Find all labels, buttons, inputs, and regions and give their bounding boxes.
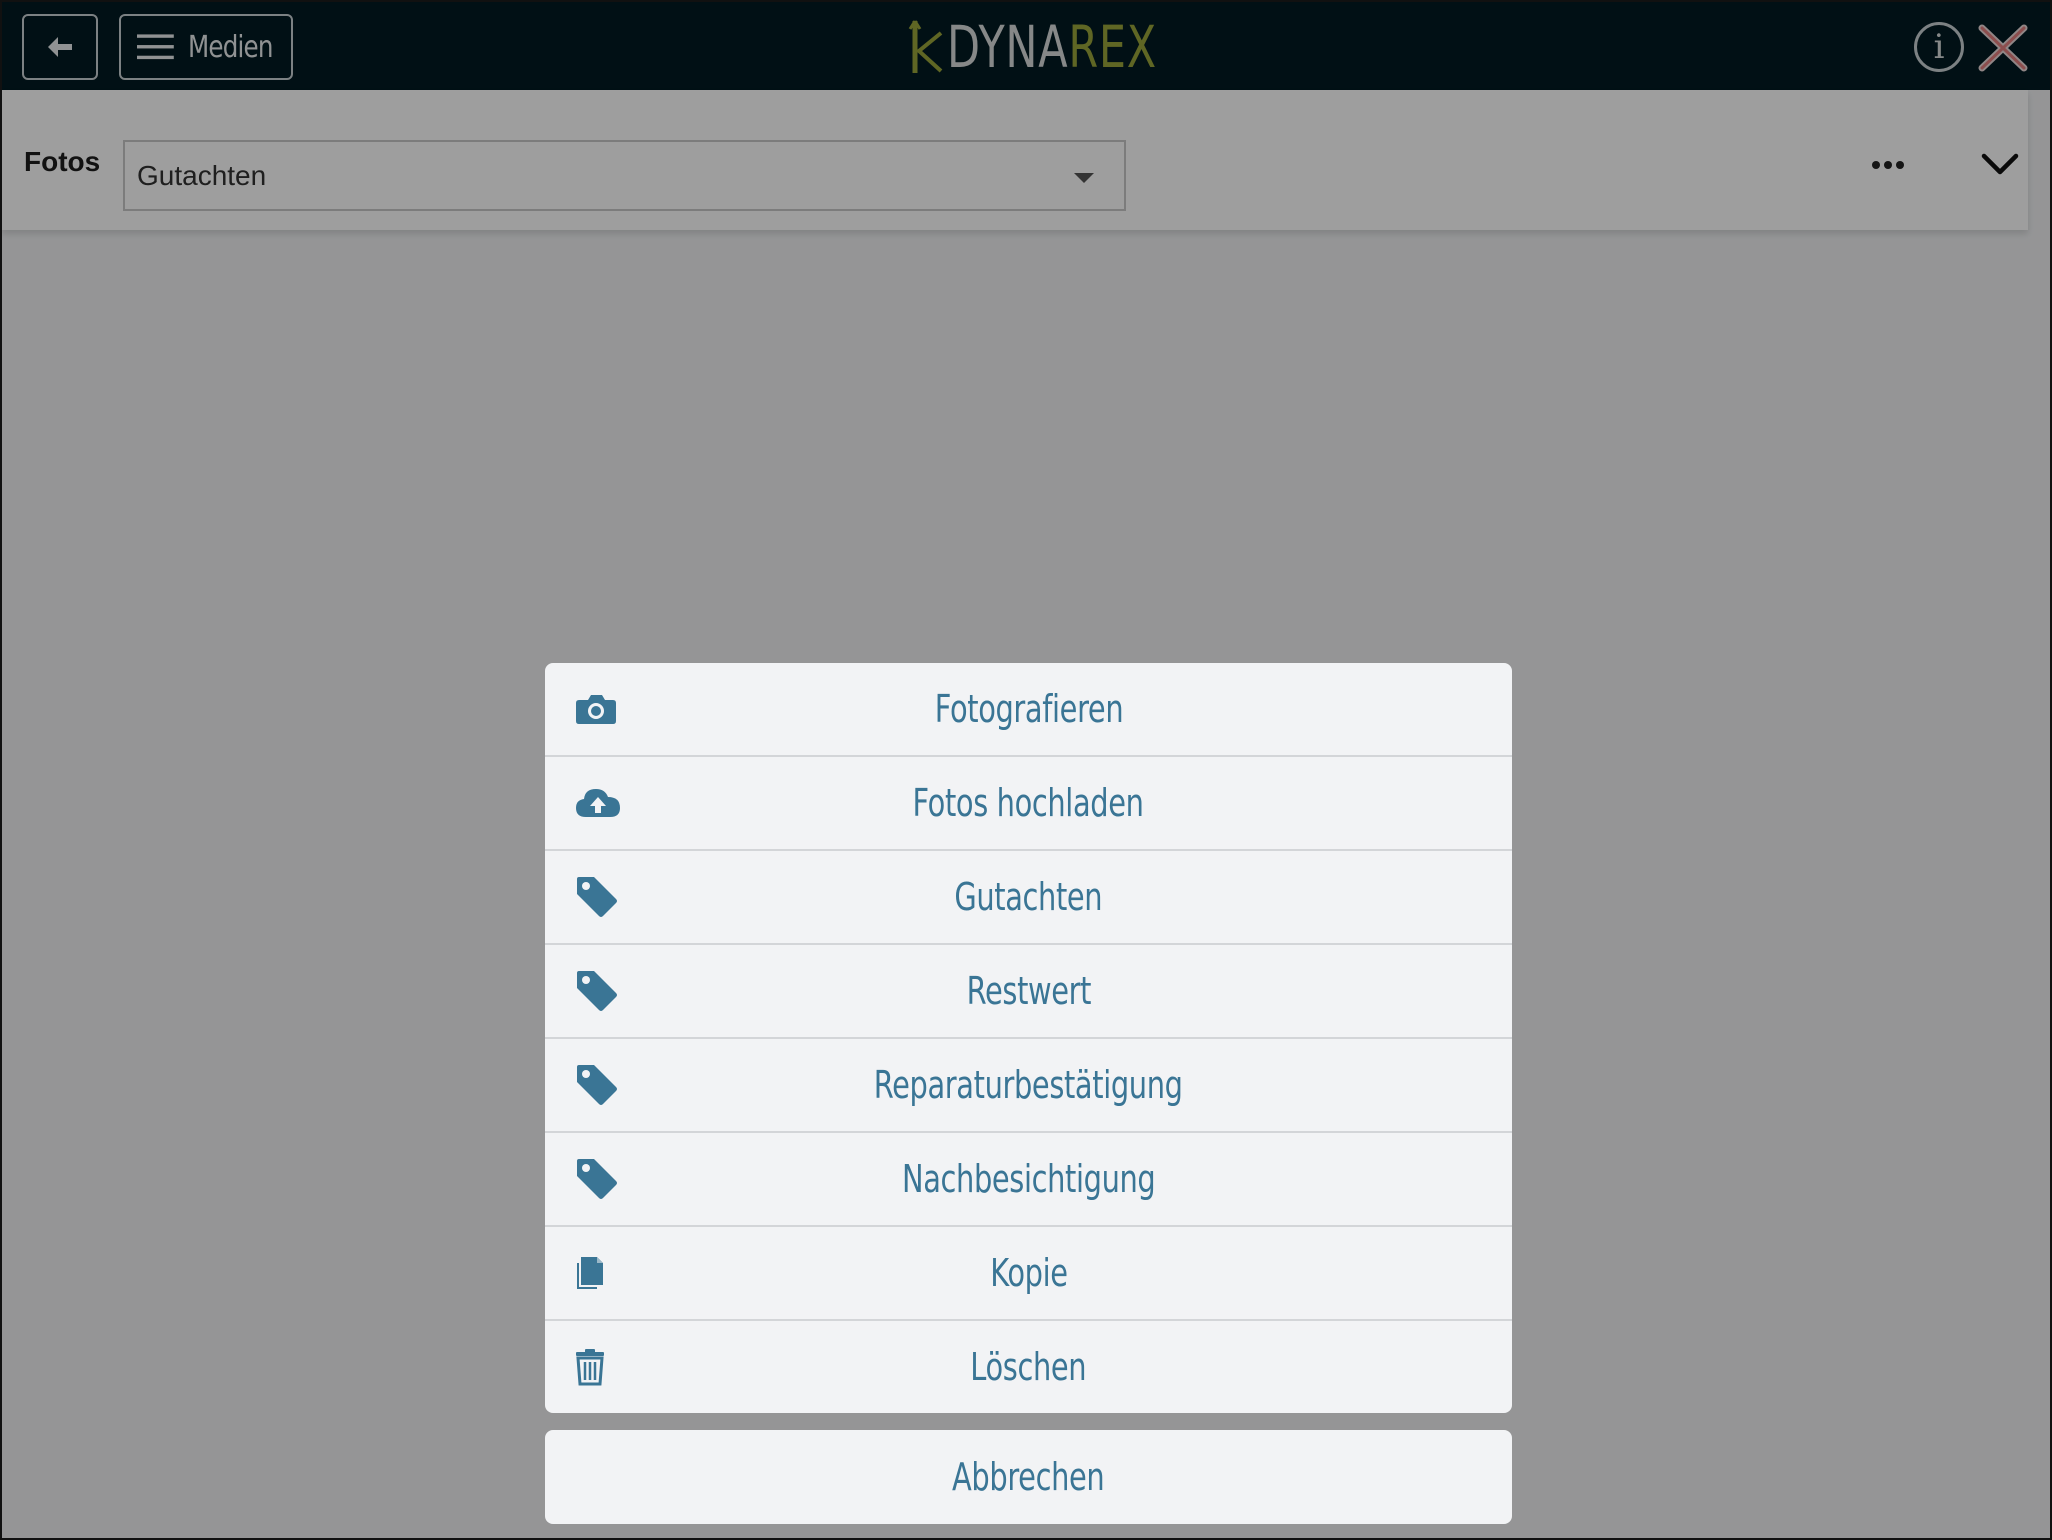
action-upload-photos[interactable]: Fotos hochladen: [545, 757, 1512, 851]
app-window: Medien DYNAREX i Fotos Gutachten Fotogra…: [0, 0, 2052, 1540]
action-label: Restwert: [966, 969, 1091, 1013]
camera-icon: [575, 686, 621, 732]
tag-icon: [575, 968, 621, 1014]
trash-icon: [575, 1344, 621, 1390]
cloud-upload-icon: [575, 780, 621, 826]
action-tag-nachbesichtigung[interactable]: Nachbesichtigung: [545, 1133, 1512, 1227]
tag-icon: [575, 874, 621, 920]
action-copy[interactable]: Kopie: [545, 1227, 1512, 1321]
action-tag-gutachten[interactable]: Gutachten: [545, 851, 1512, 945]
cancel-label: Abbrechen: [952, 1455, 1105, 1499]
tag-icon: [575, 1062, 621, 1108]
action-label: Fotos hochladen: [912, 781, 1145, 825]
action-tag-restwert[interactable]: Restwert: [545, 945, 1512, 1039]
cancel-button[interactable]: Abbrechen: [545, 1430, 1512, 1524]
action-take-photo[interactable]: Fotografieren: [545, 663, 1512, 757]
action-label: Reparaturbestätigung: [874, 1063, 1183, 1107]
document-icon: [575, 1250, 621, 1296]
action-label: Gutachten: [954, 875, 1103, 919]
action-tag-reparaturbestaetigung[interactable]: Reparaturbestätigung: [545, 1039, 1512, 1133]
action-sheet: Fotografieren Fotos hochladen Gutachten: [545, 663, 1512, 1413]
action-label: Fotografieren: [934, 687, 1123, 731]
action-label: Kopie: [989, 1251, 1068, 1295]
action-label: Nachbesichtigung: [901, 1157, 1156, 1201]
action-delete[interactable]: Löschen: [545, 1321, 1512, 1413]
action-label: Löschen: [970, 1345, 1087, 1389]
tag-icon: [575, 1156, 621, 1202]
